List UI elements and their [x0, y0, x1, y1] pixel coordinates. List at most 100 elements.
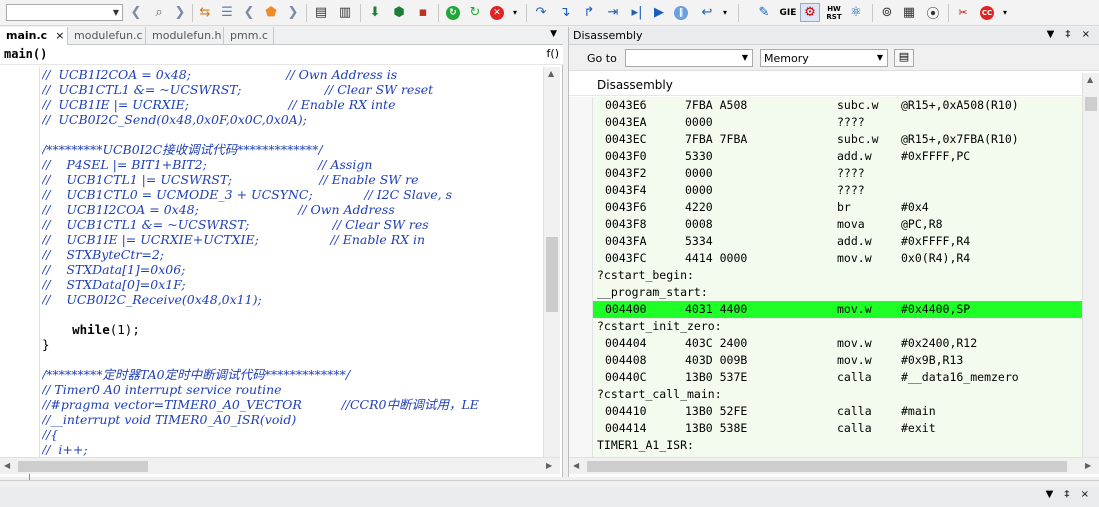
doc2-icon[interactable]: ▥	[336, 3, 354, 22]
disassembly-row[interactable]: 004414 13B0 538E calla #exit	[569, 420, 1082, 437]
scroll-thumb[interactable]	[18, 461, 148, 472]
chevron-down-icon[interactable]: ▼	[877, 53, 883, 62]
memory-select[interactable]: Memory ▼	[760, 49, 888, 67]
download-icon[interactable]: ⬇	[366, 3, 384, 22]
code-line[interactable]: }	[42, 337, 542, 352]
clear-icon[interactable]: ✂	[954, 3, 972, 22]
code-line[interactable]: //{	[42, 427, 542, 442]
toolbar-combo[interactable]: ▼	[6, 4, 123, 21]
code-line[interactable]: // UCB1CTL0 = UCMODE_3 + UCSYNC; // I2C …	[42, 187, 542, 202]
gie-icon[interactable]: GIE	[778, 3, 798, 22]
code-line[interactable]: /*********UCB0I2C接收调试代码*************/	[42, 142, 542, 157]
prev-bookmark-icon[interactable]: ❮	[242, 3, 256, 22]
disassembly-row[interactable]: 0043EC 7FBA 7FBA subc.w @R15+,0x7FBA(R10)	[569, 131, 1082, 148]
overflow-icon[interactable]: ▾	[510, 3, 520, 22]
code-line[interactable]: /*********定时器TA0定时中断调试代码*************/	[42, 367, 542, 382]
run-to-cursor-icon[interactable]: ▸|	[628, 3, 646, 22]
code-line[interactable]: // UCB1CTL1 &= ~UCSWRST; // Clear SW res	[42, 217, 542, 232]
code-line[interactable]: // STXData[0]=0x1F;	[42, 277, 542, 292]
code-line[interactable]: // UCB1CTL1 |= UCSWRST; // Enable SW re	[42, 172, 542, 187]
mem-icon[interactable]: ⚛	[846, 3, 866, 22]
next-bookmark-icon[interactable]: ❯	[286, 3, 300, 22]
disassembly-row[interactable]: 004408 403D 009B mov.w #0x9B,R13	[569, 352, 1082, 369]
chevron-down-icon[interactable]: ▼	[742, 53, 748, 62]
back-icon[interactable]: ❮	[128, 3, 144, 22]
bookmark-list-icon[interactable]: ☰	[218, 3, 236, 22]
overflow-icon[interactable]: ▾	[720, 3, 730, 22]
step-over-icon[interactable]: ↴	[556, 3, 574, 22]
disassembly-rows[interactable]: 0043E6 7FBA A508 subc.w @R15+,0xA508(R10) 00…	[569, 97, 1082, 457]
go-icon[interactable]: ▶	[650, 3, 668, 22]
code-line[interactable]: // UCB1I2COA = 0x48; // Own Address is	[42, 67, 542, 82]
log-icon[interactable]: ▪	[414, 3, 432, 22]
code-line[interactable]: // UCB1CTL1 &= ~UCSWRST; // Clear SW res…	[42, 82, 542, 97]
disassembly-row[interactable]: 0043FC 4414 0000 mov.w 0x0(R4),R4	[569, 250, 1082, 267]
watch-icon[interactable]: ⦿	[924, 3, 942, 22]
disassembly-horizontal-scrollbar[interactable]: ◀ ▶	[569, 457, 1099, 474]
code-line[interactable]: // P4SEL |= BIT1+BIT2; // Assign	[42, 157, 542, 172]
scroll-up-icon[interactable]: ▲	[548, 69, 554, 78]
disassembly-vertical-scrollbar[interactable]: ▲	[1082, 73, 1099, 457]
toggle-bookmark-icon[interactable]: ⇆	[196, 3, 214, 22]
disassembly-row[interactable]: 0043F2 0000????	[569, 165, 1082, 182]
tab-modulefun-c[interactable]: modulefun.c	[68, 27, 146, 45]
code-line[interactable]	[42, 307, 542, 322]
goto-input[interactable]: ▼	[625, 49, 753, 67]
disassembly-row[interactable]: 0043F6 4220 br #0x4	[569, 199, 1082, 216]
function-name[interactable]: main()	[4, 47, 47, 61]
window-controls[interactable]: ▼ ‡ ×	[1046, 489, 1093, 500]
stop-icon[interactable]: ✕	[488, 3, 506, 22]
code-area[interactable]: // UCB1I2COA = 0x48; // Own Address is//…	[42, 67, 542, 457]
reset-icon[interactable]: ↩	[698, 3, 716, 22]
scroll-right-icon[interactable]: ▶	[546, 461, 552, 470]
make-icon[interactable]: ↻	[444, 3, 462, 22]
code-line[interactable]: //#pragma vector=TIMER0_A0_VECTOR //CCR0…	[42, 397, 542, 412]
scroll-thumb[interactable]	[587, 461, 1067, 472]
code-line[interactable]: // UCB1I2COA = 0x48; // Own Address	[42, 202, 542, 217]
next-stmt-icon[interactable]: ⇥	[604, 3, 622, 22]
cpu-icon[interactable]: ⚙	[800, 3, 820, 22]
overflow-icon[interactable]: ▾	[1000, 3, 1010, 22]
tab-modulefun-h[interactable]: modulefun.h	[146, 27, 224, 45]
editor-vertical-scrollbar[interactable]: ▲	[543, 67, 560, 457]
code-line[interactable]: // UCB1IE |= UCRXIE; // Enable RX inte	[42, 97, 542, 112]
code-line[interactable]: // UCB1IE |= UCRXIE+UCTXIE; // Enable RX…	[42, 232, 542, 247]
debug-icon[interactable]: ⬢	[390, 3, 408, 22]
doc-icon[interactable]: ▤	[312, 3, 330, 22]
reg-icon[interactable]: ⊚	[878, 3, 896, 22]
scroll-thumb[interactable]	[1085, 97, 1097, 111]
code-line[interactable]: // STXByteCtr=2;	[42, 247, 542, 262]
tab-pmm-c[interactable]: pmm.c	[224, 27, 274, 45]
step-out-icon[interactable]: ↱	[580, 3, 598, 22]
disassembly-label-row[interactable]: __program_start:	[569, 284, 1082, 301]
chevron-down-icon[interactable]: ▼	[550, 29, 557, 39]
code-line[interactable]: // Timer0 A0 interrupt service routine	[42, 382, 542, 397]
code-line[interactable]: // UCB0I2C_Send(0x48,0x0F,0x0C,0x0A);	[42, 112, 542, 127]
window-controls[interactable]: ▼ ‡ ×	[1047, 29, 1094, 40]
disassembly-row[interactable]: 0043EA 0000????	[569, 114, 1082, 131]
scroll-right-icon[interactable]: ▶	[1085, 461, 1091, 470]
scroll-left-icon[interactable]: ◀	[573, 461, 579, 470]
disassembly-row[interactable]: 00440C 13B0 537E calla #__data16_memzero	[569, 369, 1082, 386]
disassembly-row[interactable]: 0043E6 7FBA A508 subc.w @R15+,0xA508(R10)	[569, 97, 1082, 114]
editor-horizontal-scrollbar[interactable]: ◀ ▶	[0, 457, 560, 474]
scroll-thumb[interactable]	[546, 237, 558, 312]
options-button[interactable]: ▤	[894, 49, 914, 67]
tab-main-c[interactable]: main.c ×	[0, 27, 68, 46]
forward-icon[interactable]: ❯	[172, 3, 188, 22]
rebuild-icon[interactable]: ↻	[466, 3, 484, 22]
disassembly-row[interactable]: 0043FA 5334 add.w #0xFFFF,R4	[569, 233, 1082, 250]
scroll-left-icon[interactable]: ◀	[4, 461, 10, 470]
code-line[interactable]: // i++;	[42, 442, 542, 457]
scroll-up-icon[interactable]: ▲	[1087, 75, 1093, 84]
break-icon[interactable]: ‖	[672, 3, 690, 22]
search-icon[interactable]: ⌕	[150, 3, 168, 22]
close-icon[interactable]: ×	[55, 29, 64, 42]
code-line[interactable]	[42, 352, 542, 367]
disassembly-row[interactable]: 0043F4 0000????	[569, 182, 1082, 199]
code-line[interactable]: // UCB0I2C_Receive(0x48,0x11);	[42, 292, 542, 307]
disassembly-row[interactable]: 004404 403C 2400 mov.w #0x2400,R12	[569, 335, 1082, 352]
disassembly-label-row[interactable]: TIMER1_A1_ISR:	[569, 437, 1082, 454]
code-line[interactable]: while(1);	[42, 322, 542, 337]
code-line[interactable]: // STXData[1]=0x06;	[42, 262, 542, 277]
